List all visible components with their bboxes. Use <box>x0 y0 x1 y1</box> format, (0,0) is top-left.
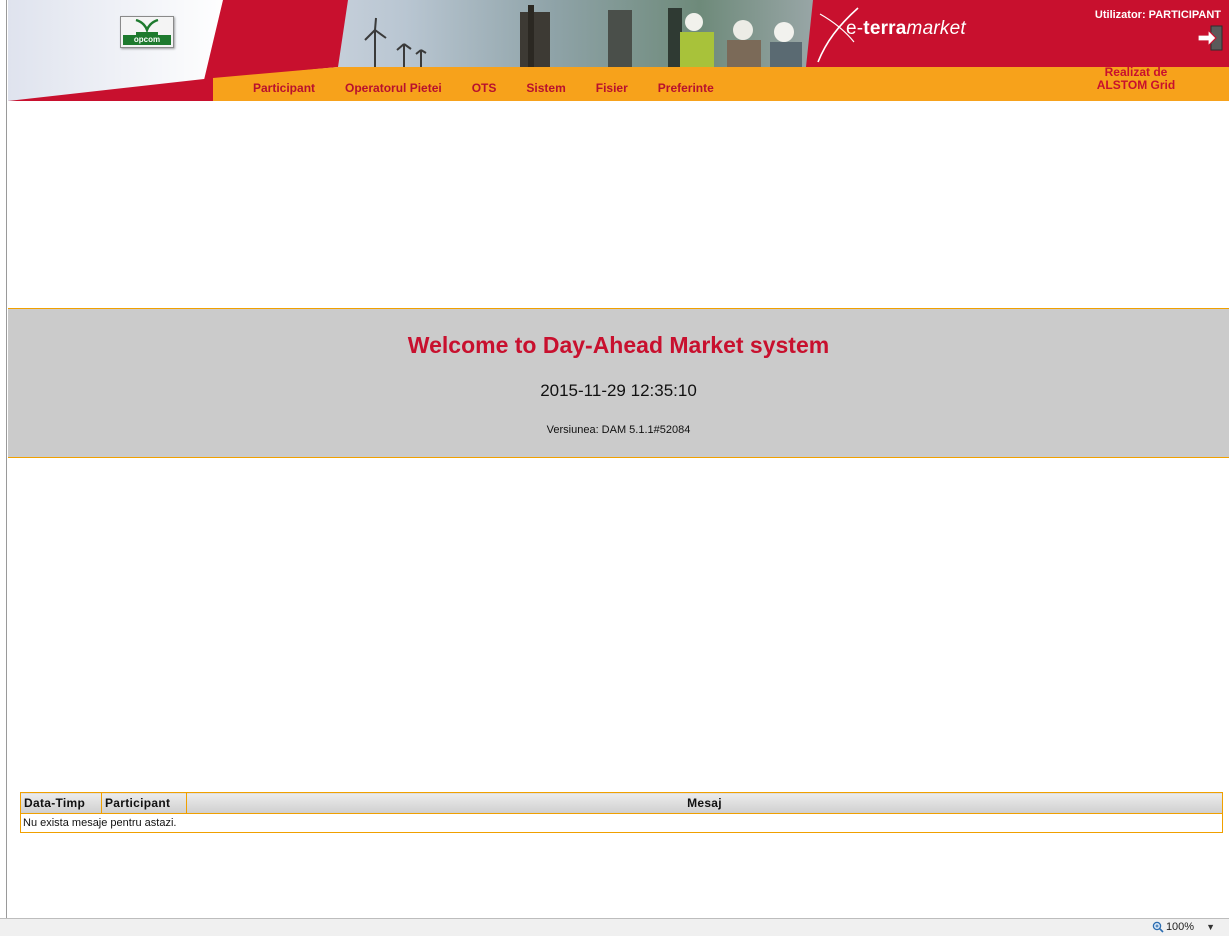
opcom-logo: opcom <box>120 16 174 48</box>
menu-item-sistem[interactable]: Sistem <box>526 81 565 95</box>
menu-item-participant[interactable]: Participant <box>253 81 315 95</box>
messages-table: Data-Timp Participant Mesaj Nu exista me… <box>20 792 1223 833</box>
browser-status-bar: 100% ▼ <box>0 918 1229 936</box>
menu-item-ots[interactable]: OTS <box>472 81 497 95</box>
welcome-title: Welcome to Day-Ahead Market system <box>407 332 830 358</box>
welcome-panel: Welcome to Day-Ahead Market system 2015-… <box>8 308 1229 458</box>
brand-prefix: e- <box>846 18 864 39</box>
credit-line-2: ALSTOM Grid <box>1096 78 1176 92</box>
zoom-dropdown-chevron-down-icon[interactable]: ▼ <box>1206 922 1215 932</box>
zoom-level: 100% <box>1165 921 1195 933</box>
zoom-control[interactable]: 100% ▼ <box>1152 921 1215 933</box>
messages-table-header-row: Data-Timp Participant Mesaj <box>20 792 1223 814</box>
window-left-border <box>6 0 7 935</box>
opcom-logo-text: opcom <box>123 35 171 45</box>
zoom-magnifier-icon <box>1152 921 1164 933</box>
menu-item-preferinte[interactable]: Preferinte <box>658 81 714 95</box>
version-label: Versiunea: DAM 5.1.1#52084 <box>546 424 691 436</box>
column-header-data-timp[interactable]: Data-Timp <box>20 792 102 814</box>
table-row: Nu exista mesaje pentru astazi. <box>21 814 1223 833</box>
menu-item-fisier[interactable]: Fisier <box>596 81 628 95</box>
user-label: Utilizator: PARTICIPANT <box>1094 9 1221 21</box>
column-header-participant[interactable]: Participant <box>101 792 187 814</box>
logout-arrow-icon[interactable] <box>1196 24 1224 52</box>
empty-messages-text: Nu exista mesaje pentru astazi. <box>23 817 177 829</box>
vendor-credit: Realizat de ALSTOM Grid <box>1080 66 1192 92</box>
brand-bold: terra <box>863 18 907 39</box>
server-datetime: 2015-11-29 12:35:10 <box>540 381 697 400</box>
main-menu: Participant Operatorul Pietei OTS Sistem… <box>253 81 744 95</box>
eterramarket-logo: e-terramarket <box>846 18 966 40</box>
brand-italic: market <box>906 18 966 39</box>
column-header-mesaj[interactable]: Mesaj <box>186 792 1223 814</box>
app-header: opcom e-terramarket Utilizator: PARTICIP… <box>8 0 1229 101</box>
menu-item-operatorul-pietei[interactable]: Operatorul Pietei <box>345 81 442 95</box>
